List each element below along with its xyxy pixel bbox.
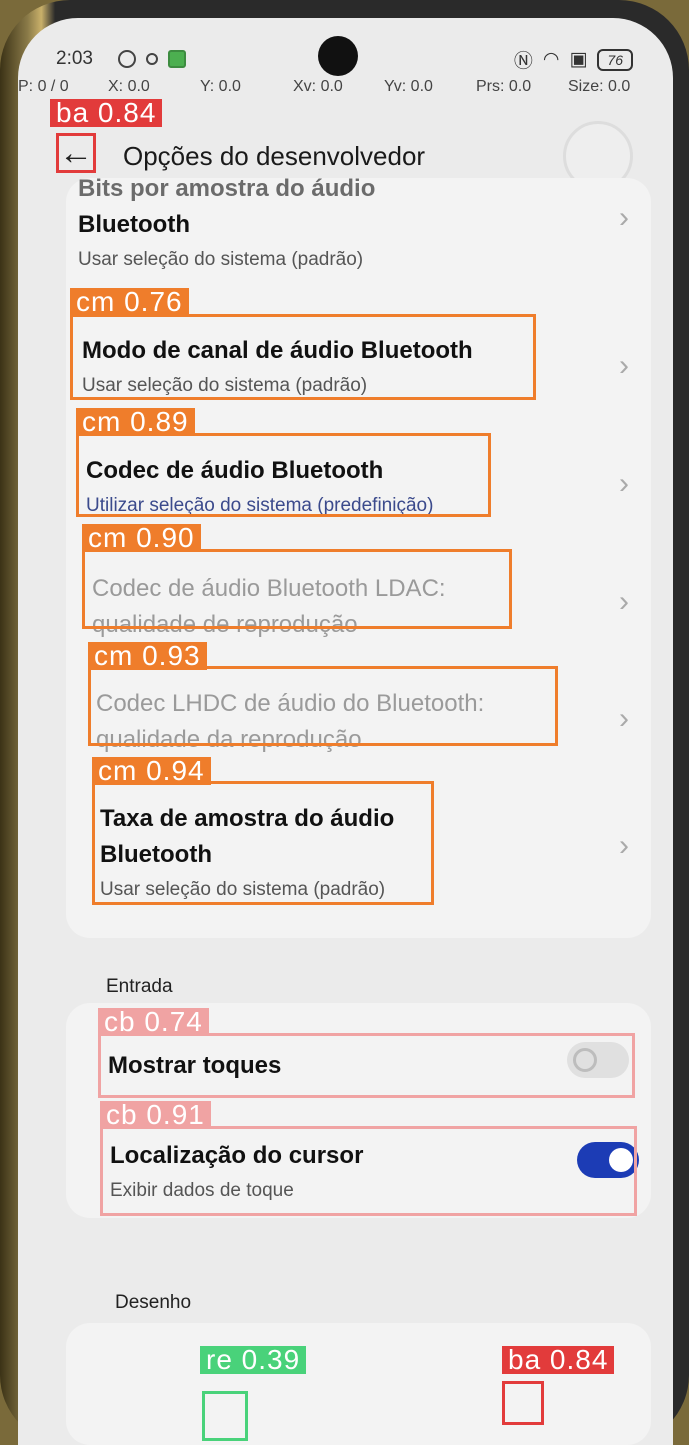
detection-label-nav-back: ba 0.84 (502, 1346, 615, 1374)
battery-icon: 76 (597, 48, 633, 71)
item-title-line1: Taxa de amostra do áudio (100, 805, 395, 832)
list-item-channel-mode[interactable]: Modo de canal de áudio Bluetooth Usar se… (66, 333, 651, 413)
item-title-line1: Bits por amostra do áudio (78, 175, 376, 202)
detection-label-recents: re 0.39 (200, 1346, 307, 1374)
status-icons-left (118, 50, 186, 68)
show-touches-toggle[interactable] (567, 1042, 629, 1078)
app-status-icon (168, 50, 186, 68)
detection-label-back: ba 0.84 (50, 99, 163, 127)
status-time: 2:03 (56, 48, 93, 69)
pointer-prs: Prs: 0.0 (476, 78, 532, 95)
wifi-icon: ◠ (542, 49, 560, 70)
page-title: Opções do desenvolvedor (123, 141, 426, 171)
list-item-bits-per-sample[interactable]: Bits por amostra do áudio Bluetooth Usar… (66, 175, 651, 293)
pointer-count: P: 0 / 0 (18, 78, 69, 95)
detection-label-item2: cm 0.89 (76, 408, 195, 436)
back-arrow-icon: ← (59, 134, 93, 172)
chevron-right-icon: › (619, 201, 629, 234)
back-button[interactable]: ← (56, 133, 96, 173)
section-heading-drawing: Desenho (115, 1292, 192, 1313)
item-title-line2: Bluetooth (100, 841, 212, 868)
front-camera (318, 36, 358, 76)
item-subtitle: Usar seleção do sistema (padrão) (78, 249, 364, 270)
chevron-right-icon: › (619, 585, 629, 618)
detection-label-item1: cm 0.76 (70, 288, 189, 316)
item-title: Modo de canal de áudio Bluetooth (82, 337, 473, 364)
pointer-location-toggle[interactable] (577, 1142, 639, 1178)
pointer-size: Size: 0.0 (568, 78, 631, 95)
list-item-sample-rate[interactable]: Taxa de amostra do áudio Bluetooth Usar … (66, 801, 651, 921)
status-icons-right: Ⓝ ◠ ▣ 76 (514, 46, 633, 73)
recents-nav-button[interactable] (202, 1391, 248, 1441)
item-title-line1: Codec LHDC de áudio do Bluetooth: (96, 690, 485, 717)
chevron-right-icon: › (619, 702, 629, 735)
item-subtitle: Exibir dados de toque (110, 1180, 294, 1201)
back-nav-button[interactable] (502, 1381, 544, 1425)
detection-label-item4: cm 0.93 (88, 642, 207, 670)
detection-label-toggle2: cb 0.91 (100, 1101, 211, 1129)
screen: 2:03 Ⓝ ◠ ▣ 76 P: 0 / 0 X: 0.0 Y: 0.0 Xv:… (18, 18, 673, 1445)
chevron-right-icon: › (619, 349, 629, 382)
detection-label-item5: cm 0.94 (92, 757, 211, 785)
nfc-icon: Ⓝ (513, 51, 533, 72)
chevron-right-icon: › (619, 467, 629, 500)
detection-label-toggle1: cb 0.74 (98, 1008, 209, 1036)
pointer-y: Y: 0.0 (200, 78, 241, 95)
detection-label-item3: cm 0.90 (82, 524, 201, 552)
chevron-right-icon: › (619, 829, 629, 862)
notification-status-icon (146, 53, 158, 65)
item-subtitle: Usar seleção do sistema (padrão) (100, 879, 386, 900)
drawing-card (66, 1323, 651, 1445)
item-title-line2: Bluetooth (78, 211, 190, 238)
list-item-pointer-location[interactable]: Localização do cursor Exibir dados de to… (66, 1138, 651, 1208)
item-title-line2: qualidade de reprodução (92, 611, 358, 638)
list-item-ldac-quality[interactable]: Codec de áudio Bluetooth LDAC: qualidade… (66, 571, 651, 651)
toggle-knob (573, 1048, 597, 1072)
item-subtitle: Usar seleção do sistema (padrão) (82, 375, 368, 396)
list-item-audio-codec[interactable]: Codec de áudio Bluetooth Utilizar seleçã… (66, 453, 651, 533)
toggle-knob (609, 1148, 633, 1172)
item-subtitle: Utilizar seleção do sistema (predefiniçã… (86, 495, 434, 516)
pointer-x: X: 0.0 (108, 78, 150, 95)
pointer-xv: Xv: 0.0 (293, 78, 343, 95)
list-item-lhdc-quality[interactable]: Codec LHDC de áudio do Bluetooth: qualid… (66, 686, 651, 766)
settings-status-icon (118, 50, 136, 68)
pointer-yv: Yv: 0.0 (384, 78, 433, 95)
item-title: Localização do cursor (110, 1142, 364, 1169)
item-title-line1: Codec de áudio Bluetooth LDAC: (92, 575, 446, 602)
sim-icon: ▣ (569, 49, 588, 70)
section-heading-input: Entrada (106, 976, 173, 997)
item-title: Codec de áudio Bluetooth (86, 457, 384, 484)
item-title-line2: qualidade da reprodução (96, 726, 362, 753)
detection-box-nav-back (502, 1381, 544, 1425)
